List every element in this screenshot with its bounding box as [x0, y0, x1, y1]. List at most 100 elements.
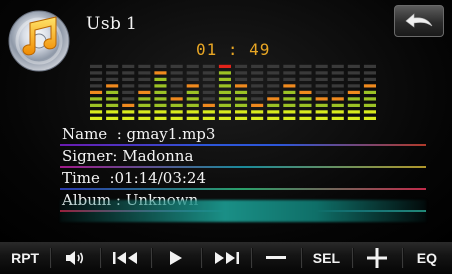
spectrum-segment — [251, 103, 264, 107]
control-bar: RPT SEL EQ — [0, 242, 452, 274]
spectrum-segment — [106, 110, 119, 114]
spectrum-segment — [331, 64, 344, 68]
spectrum-segment — [90, 116, 103, 120]
track-name: Name : gmay1.mp3 — [62, 125, 216, 143]
spectrum-segment — [363, 71, 376, 75]
spectrum-bar — [170, 64, 183, 120]
spectrum-segment — [363, 90, 376, 94]
spectrum-bar — [154, 64, 167, 120]
next-button[interactable] — [200, 242, 251, 274]
spectrum-segment — [218, 71, 231, 75]
spectrum-segment — [170, 71, 183, 75]
spectrum-segment — [347, 97, 360, 101]
spectrum-segment — [122, 64, 135, 68]
repeat-button[interactable]: RPT — [0, 242, 50, 274]
minus-icon — [266, 256, 287, 259]
spectrum-segment — [218, 90, 231, 94]
spectrum-segment — [106, 71, 119, 75]
spectrum-segment — [218, 103, 231, 107]
spectrum-segment — [267, 84, 280, 88]
play-button[interactable] — [150, 242, 201, 274]
select-button[interactable]: SEL — [301, 242, 351, 274]
spectrum-segment — [331, 90, 344, 94]
spectrum-segment — [122, 110, 135, 114]
spectrum-segment — [138, 97, 151, 101]
spectrum-bar — [122, 64, 135, 120]
track-time: Time :01:14/03:24 — [62, 169, 207, 187]
spectrum-segment — [347, 77, 360, 81]
skip-next-icon — [214, 252, 239, 264]
music-disc-icon — [8, 10, 70, 72]
glow-band — [60, 200, 426, 222]
spectrum-segment — [267, 90, 280, 94]
spectrum-segment — [315, 71, 328, 75]
spectrum-bar — [331, 64, 344, 120]
spectrum-segment — [363, 84, 376, 88]
spectrum-segment — [90, 90, 103, 94]
spectrum-segment — [235, 116, 248, 120]
elapsed-time: 01 : 49 — [196, 40, 271, 59]
spectrum-segment — [154, 110, 167, 114]
spectrum-segment — [154, 64, 167, 68]
spectrum-segment — [331, 110, 344, 114]
spectrum-segment — [170, 84, 183, 88]
spectrum-bar — [186, 64, 199, 120]
spectrum-segment — [251, 110, 264, 114]
spectrum-segment — [347, 103, 360, 107]
spectrum-segment — [331, 116, 344, 120]
spectrum-bar — [202, 64, 215, 120]
minus-button[interactable] — [251, 242, 301, 274]
plus-button[interactable] — [351, 242, 402, 274]
spectrum-segment — [331, 84, 344, 88]
spectrum-segment — [154, 90, 167, 94]
spectrum-segment — [363, 116, 376, 120]
spectrum-segment — [186, 116, 199, 120]
spectrum-segment — [347, 71, 360, 75]
spectrum-segment — [315, 103, 328, 107]
info-row-singer: Signer: Madonna — [60, 146, 426, 168]
spectrum-segment — [186, 110, 199, 114]
spectrum-segment — [202, 90, 215, 94]
spectrum-segment — [283, 97, 296, 101]
spectrum-segment — [138, 110, 151, 114]
spectrum-segment — [299, 103, 312, 107]
spectrum-bar — [106, 64, 119, 120]
previous-button[interactable] — [100, 242, 150, 274]
spectrum-segment — [218, 116, 231, 120]
spectrum-segment — [122, 71, 135, 75]
spectrum-segment — [90, 71, 103, 75]
spectrum-segment — [363, 97, 376, 101]
spectrum-bar — [218, 64, 231, 120]
spectrum-segment — [138, 84, 151, 88]
spectrum-segment — [154, 97, 167, 101]
spectrum-segment — [202, 71, 215, 75]
spectrum-segment — [315, 64, 328, 68]
spectrum-segment — [154, 116, 167, 120]
spectrum-bar — [267, 64, 280, 120]
select-label: SEL — [312, 250, 341, 266]
spectrum-segment — [347, 64, 360, 68]
spectrum-segment — [202, 110, 215, 114]
spectrum-segment — [331, 77, 344, 81]
eq-button[interactable]: EQ — [401, 242, 452, 274]
spectrum-segment — [299, 97, 312, 101]
spectrum-segment — [315, 90, 328, 94]
back-button[interactable] — [394, 5, 444, 37]
spectrum-analyzer — [90, 64, 376, 120]
spectrum-segment — [218, 64, 231, 68]
spectrum-segment — [138, 77, 151, 81]
spectrum-bar — [363, 64, 376, 120]
spectrum-segment — [283, 64, 296, 68]
spectrum-bar — [90, 64, 103, 120]
speaker-icon — [66, 251, 84, 265]
spectrum-segment — [218, 110, 231, 114]
mute-button[interactable] — [50, 242, 100, 274]
spectrum-segment — [315, 97, 328, 101]
spectrum-segment — [122, 90, 135, 94]
spectrum-segment — [235, 90, 248, 94]
spectrum-segment — [122, 97, 135, 101]
spectrum-segment — [251, 64, 264, 68]
spectrum-segment — [154, 84, 167, 88]
spectrum-bar — [299, 64, 312, 120]
spectrum-segment — [202, 84, 215, 88]
